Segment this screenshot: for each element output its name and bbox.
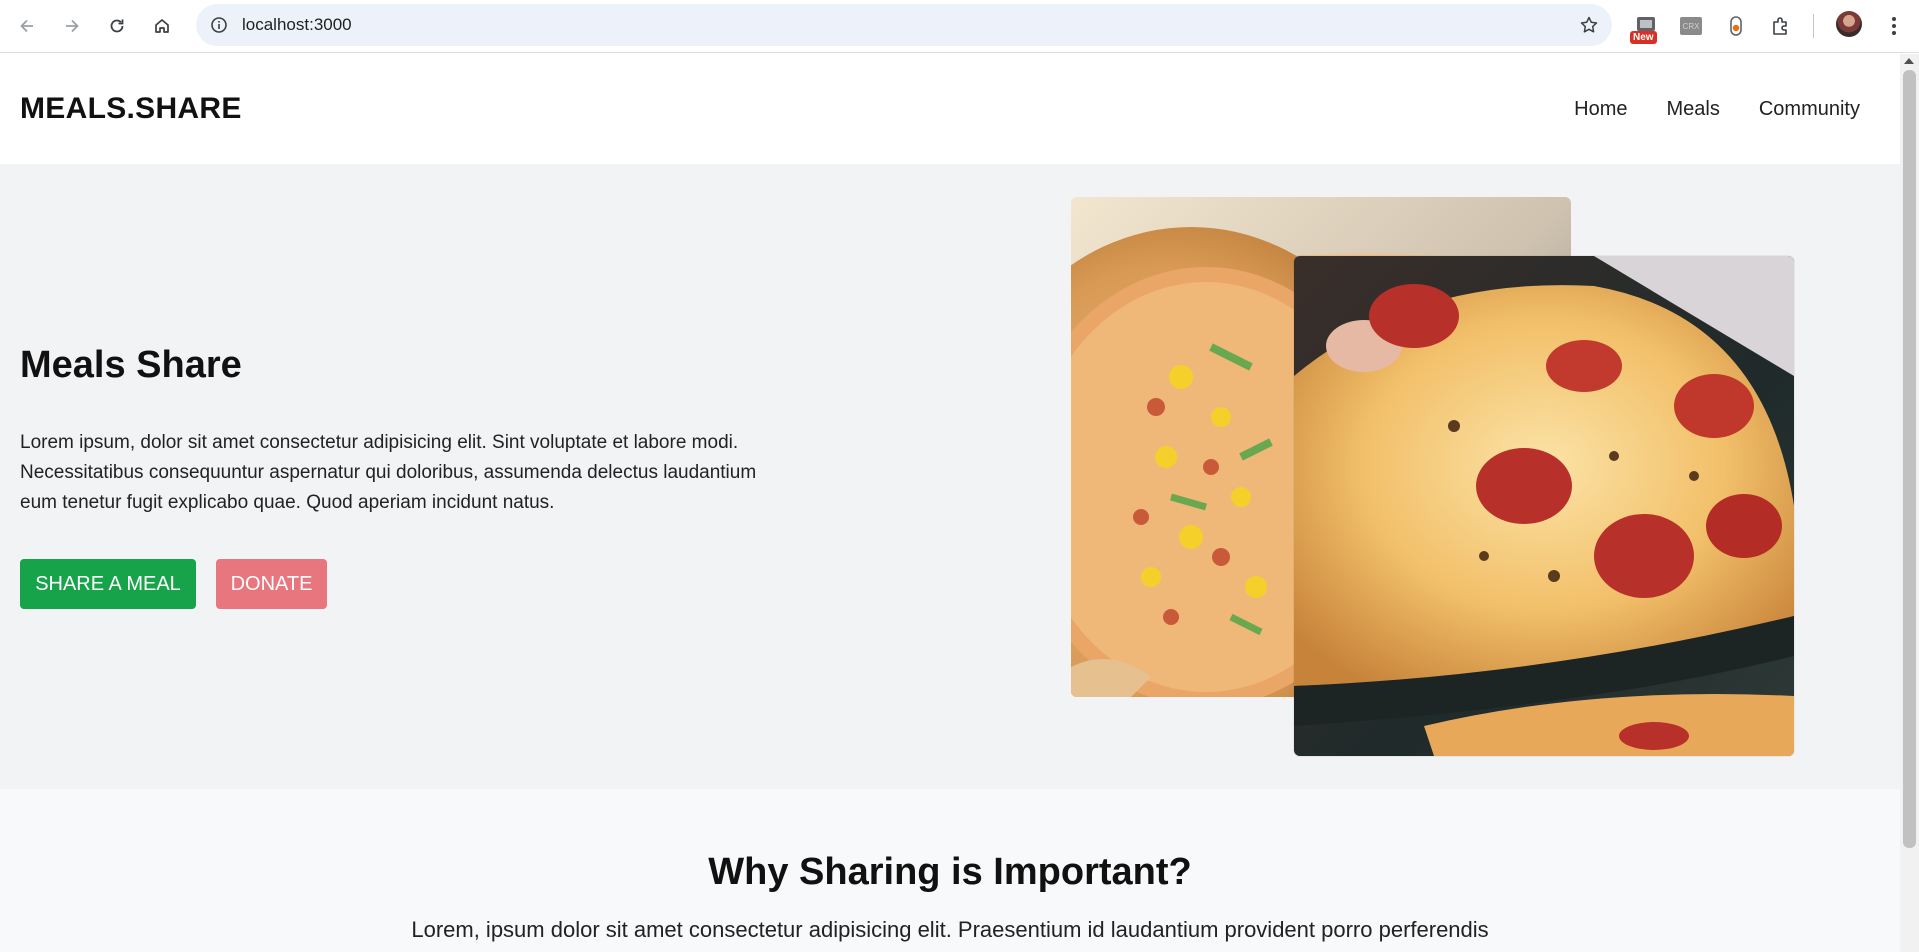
site-info-button[interactable]	[204, 10, 234, 40]
star-icon	[1580, 16, 1598, 33]
page-viewport: MEALS.SHARE Home Meals Community Meals S…	[0, 54, 1900, 952]
site-logo[interactable]: MEALS.SHARE	[20, 54, 242, 164]
browser-toolbar: localhost:3000 New CRX	[0, 0, 1919, 53]
scroll-up-arrow-icon[interactable]	[1904, 58, 1914, 64]
page-scrollbar[interactable]	[1900, 54, 1919, 952]
extension-crx[interactable]: CRX	[1673, 8, 1709, 44]
share-meal-button[interactable]: SHARE A MEAL	[20, 559, 196, 609]
extensions-button[interactable]	[1763, 8, 1799, 44]
kebab-menu-icon	[1892, 17, 1896, 35]
site-header: MEALS.SHARE Home Meals Community	[0, 54, 1900, 164]
hero-description: Lorem ipsum, dolor sit amet consectetur …	[20, 432, 757, 513]
forward-icon	[66, 19, 79, 33]
extension-dropper[interactable]	[1718, 8, 1754, 44]
main-nav: Home Meals Community	[1574, 54, 1860, 164]
donate-button[interactable]: DONATE	[216, 559, 327, 609]
why-sharing-section: Why Sharing is Important? Lorem, ipsum d…	[0, 789, 1900, 952]
why-sharing-text: Lorem, ipsum dolor sit amet consectetur …	[411, 917, 1489, 942]
home-button[interactable]	[144, 8, 180, 44]
browser-menu-button[interactable]	[1880, 8, 1908, 44]
hero-title: Meals Share	[20, 344, 242, 386]
profile-avatar[interactable]	[1836, 11, 1862, 37]
forward-button[interactable]	[54, 8, 90, 44]
back-icon	[20, 19, 33, 33]
dropper-icon	[1730, 16, 1742, 36]
toolbar-separator	[1813, 14, 1814, 38]
why-sharing-title: Why Sharing is Important?	[708, 851, 1192, 893]
scrollbar-thumb[interactable]	[1903, 70, 1916, 848]
new-badge: New	[1630, 31, 1657, 44]
back-button[interactable]	[9, 8, 45, 44]
info-icon	[211, 17, 227, 33]
nav-link-community[interactable]: Community	[1759, 98, 1860, 121]
extensions-icon	[1773, 17, 1787, 35]
pepperoni-pizza-image	[1294, 256, 1794, 756]
home-icon	[155, 19, 169, 33]
hero-section: Meals Share Lorem ipsum, dolor sit amet …	[0, 164, 1900, 789]
bookmark-button[interactable]	[1574, 10, 1604, 40]
reload-button[interactable]	[99, 8, 135, 44]
extension-new[interactable]: New	[1628, 8, 1664, 44]
url-text[interactable]: localhost:3000	[242, 4, 352, 46]
address-bar[interactable]: localhost:3000	[196, 4, 1612, 46]
nav-link-meals[interactable]: Meals	[1667, 98, 1720, 121]
nav-link-home[interactable]: Home	[1574, 98, 1627, 121]
crx-icon: CRX	[1680, 17, 1702, 35]
reload-icon	[110, 19, 124, 33]
